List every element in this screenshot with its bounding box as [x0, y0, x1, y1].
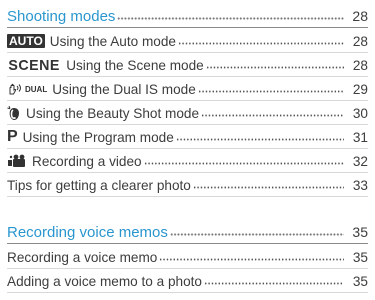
dot-leader — [175, 134, 344, 144]
toc-entry-recording-voice-memo[interactable]: Recording a voice memo 35 — [7, 245, 368, 269]
page-number: 29 — [352, 81, 368, 97]
page-number: 31 — [352, 129, 368, 145]
toc-entry-program-mode[interactable]: P Using the Program mode 31 — [7, 125, 368, 149]
entry-label: Using the Beauty Shot mode — [26, 105, 200, 121]
toc-entry-dual-is-mode[interactable]: DUAL Using the Dual IS mode 29 — [7, 77, 368, 101]
dot-leader — [143, 158, 344, 168]
entry-label: Recording a video — [32, 153, 142, 169]
video-camera-icon — [7, 154, 27, 168]
page-number: 35 — [352, 273, 368, 289]
page-number: 28 — [352, 8, 368, 24]
hand-shake-icon — [9, 83, 21, 95]
page-number: 32 — [352, 153, 368, 169]
toc-entry-recording-video[interactable]: Recording a video 32 — [7, 149, 368, 173]
page-number: 30 — [352, 105, 368, 121]
entry-label: Using the Program mode — [22, 129, 174, 145]
section-title: Shooting modes — [7, 7, 116, 25]
page-number: 35 — [352, 224, 368, 240]
program-mode-icon: P — [7, 128, 18, 145]
dot-leader — [169, 229, 344, 239]
entry-label: Using the Auto mode — [49, 33, 176, 49]
page-number: 35 — [352, 249, 368, 265]
page-number: 28 — [352, 57, 368, 73]
dot-leader — [205, 62, 344, 72]
toc-entry-auto-mode[interactable]: AUTO Using the Auto mode 28 — [7, 29, 368, 53]
dual-badge-text: DUAL — [25, 84, 48, 94]
entry-label: Tips for getting a clearer photo — [7, 177, 191, 193]
entry-label: Adding a voice memo to a photo — [7, 273, 202, 289]
dot-leader — [177, 38, 344, 48]
entry-label: Recording a voice memo — [7, 249, 158, 265]
dot-leader — [117, 13, 344, 23]
dot-leader — [203, 278, 344, 288]
section-title: Recording voice memos — [7, 223, 168, 241]
toc-section-voice-memos: Recording voice memos 35 Recording a voi… — [7, 220, 368, 296]
entry-label: Using the Scene mode — [66, 57, 204, 73]
page-number: 28 — [352, 33, 368, 49]
dual-is-icon: DUAL — [7, 82, 47, 96]
dot-leader — [159, 254, 344, 264]
toc-entry-adding-voice-memo[interactable]: Adding a voice memo to a photo 35 — [7, 269, 368, 293]
beauty-shot-icon — [7, 105, 21, 121]
page-number: 33 — [352, 177, 368, 193]
entry-label: Using the Dual IS mode — [52, 81, 196, 97]
toc-entry-tips-clearer-photo[interactable]: Tips for getting a clearer photo 33 — [7, 173, 368, 197]
toc-entry-scene-mode[interactable]: SCENE Using the Scene mode 28 — [7, 53, 368, 77]
toc-heading-shooting-modes[interactable]: Shooting modes 28 — [7, 4, 368, 28]
scene-mode-icon: SCENE — [8, 56, 60, 74]
toc-heading-voice-memos[interactable]: Recording voice memos 35 — [7, 220, 368, 244]
toc-entry-beauty-shot-mode[interactable]: Using the Beauty Shot mode 30 — [7, 101, 368, 125]
dot-leader — [197, 86, 344, 96]
auto-mode-icon: AUTO — [7, 34, 45, 48]
dot-leader — [192, 182, 344, 192]
toc-section-shooting-modes: Shooting modes 28 AUTO Using the Auto mo… — [7, 4, 368, 204]
dot-leader — [201, 110, 344, 120]
